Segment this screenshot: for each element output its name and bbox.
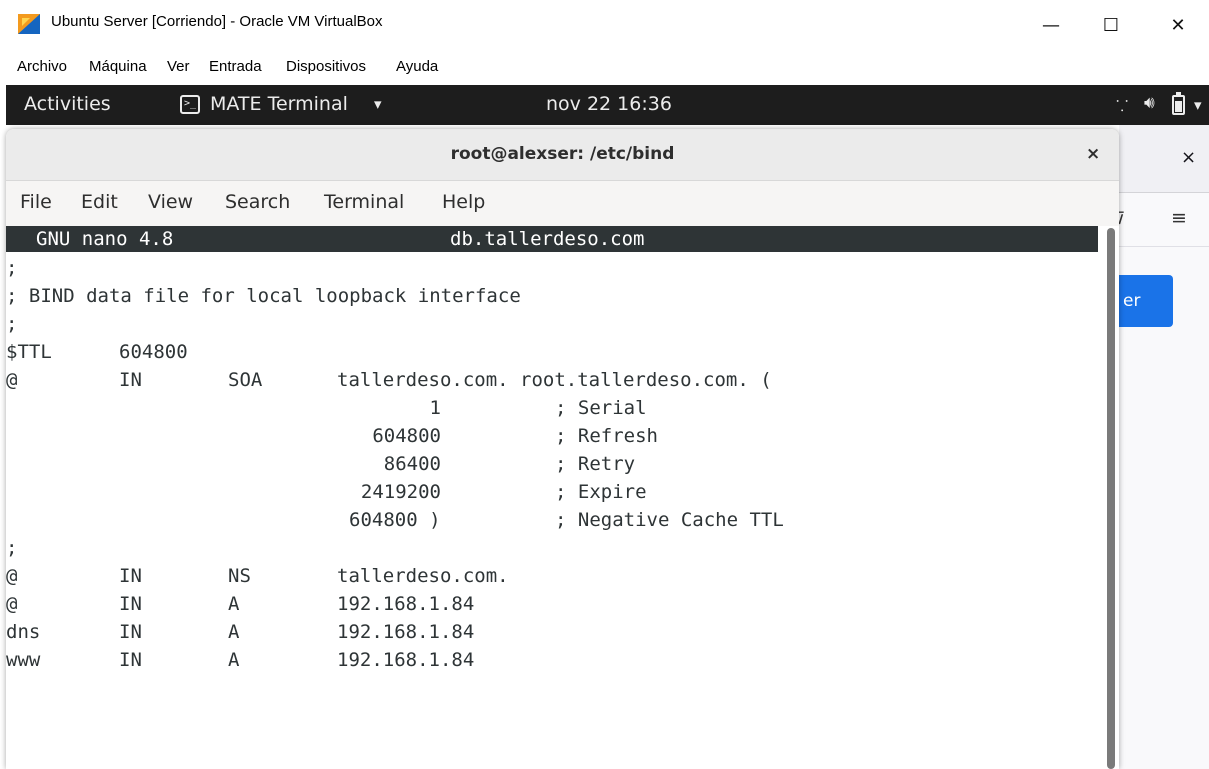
soa-comment: ; Serial bbox=[555, 397, 647, 419]
nano-filename: db.tallerdeso.com bbox=[450, 228, 645, 250]
record-data: tallerdeso.com. root.tallerdeso.com. ( bbox=[337, 369, 772, 391]
line-text: ; bbox=[6, 537, 18, 559]
terminal-menubar: File Edit View Search Terminal Help bbox=[6, 181, 1119, 226]
terminal-titlebar[interactable]: root@alexser: /etc/bind × bbox=[6, 129, 1119, 181]
terminal-icon: >_ bbox=[180, 95, 200, 114]
record-name: dns bbox=[6, 621, 41, 643]
blue-action-button[interactable]: er bbox=[1119, 275, 1173, 327]
menu-search[interactable]: Search bbox=[225, 191, 290, 213]
soa-comment: ; Negative Cache TTL bbox=[555, 509, 784, 531]
menu-ayuda[interactable]: Ayuda bbox=[396, 58, 438, 75]
app-menu-button[interactable]: MATE Terminal bbox=[210, 93, 348, 115]
soa-comment: ; Expire bbox=[555, 481, 647, 503]
record-type: A bbox=[228, 593, 240, 615]
nano-header: GNU nano 4.8 db.tallerdeso.com bbox=[6, 226, 1098, 252]
network-icon[interactable]: ⸪ bbox=[1116, 96, 1128, 116]
gnome-topbar: Activities >_ MATE Terminal ▾ nov 22 16:… bbox=[6, 85, 1209, 125]
ttl-value: 604800 bbox=[119, 341, 188, 363]
close-icon[interactable]: × bbox=[1181, 147, 1196, 168]
file-line: ; bbox=[6, 254, 75, 282]
file-line: @ IN A 192.168.1.84 bbox=[6, 590, 474, 618]
record-name: @ bbox=[6, 593, 18, 615]
vbox-titlebar: Ubuntu Server [Corriendo] - Oracle VM Vi… bbox=[0, 0, 1209, 50]
menu-terminal[interactable]: Terminal bbox=[324, 191, 404, 213]
soa-value: 1 bbox=[429, 397, 441, 419]
record-class: IN bbox=[119, 649, 142, 671]
menu-view[interactable]: View bbox=[148, 191, 193, 213]
soa-comment: ; Retry bbox=[555, 453, 636, 475]
line-text: ; bbox=[6, 313, 18, 335]
soa-comment: ; Refresh bbox=[555, 425, 658, 447]
file-line: ; bbox=[6, 310, 75, 338]
window-title: Ubuntu Server [Corriendo] - Oracle VM Vi… bbox=[51, 13, 383, 30]
line-text: ; bbox=[6, 257, 18, 279]
clock[interactable]: nov 22 16:36 bbox=[546, 93, 672, 115]
menu-ver[interactable]: Ver bbox=[167, 58, 190, 75]
battery-icon[interactable] bbox=[1172, 92, 1185, 115]
record-type: SOA bbox=[228, 369, 263, 391]
file-line: 2419200 ; Expire bbox=[6, 478, 647, 506]
record-type: A bbox=[228, 621, 240, 643]
background-window-toolbar: ⊽ ≡ bbox=[1113, 193, 1209, 247]
record-name: www bbox=[6, 649, 41, 671]
background-window-header: × bbox=[1119, 125, 1209, 193]
record-data: 192.168.1.84 bbox=[337, 621, 475, 643]
record-name: @ bbox=[6, 369, 18, 391]
menu-dispositivos[interactable]: Dispositivos bbox=[286, 58, 366, 75]
record-type: A bbox=[228, 649, 240, 671]
soa-value: 86400 bbox=[383, 453, 441, 475]
menu-entrada[interactable]: Entrada bbox=[209, 58, 262, 75]
file-line: @ IN SOA tallerdeso.com. root.tallerdeso… bbox=[6, 366, 772, 394]
record-class: IN bbox=[119, 565, 142, 587]
maximize-button[interactable]: ☐ bbox=[1096, 10, 1126, 40]
file-line: 604800 ; Refresh bbox=[6, 422, 658, 450]
scrollbar-thumb[interactable] bbox=[1107, 228, 1115, 769]
activities-button[interactable]: Activities bbox=[24, 93, 111, 115]
virtualbox-app-icon bbox=[18, 14, 40, 34]
menu-help[interactable]: Help bbox=[442, 191, 485, 213]
record-data: 192.168.1.84 bbox=[337, 593, 475, 615]
terminal-content[interactable]: GNU nano 4.8 db.tallerdeso.com ; ; BIND … bbox=[6, 226, 1106, 769]
terminal-close-button[interactable]: × bbox=[1086, 144, 1100, 164]
record-type: NS bbox=[228, 565, 251, 587]
background-window[interactable]: × ⊽ ≡ er bbox=[1113, 125, 1209, 769]
file-line: 1 ; Serial bbox=[6, 394, 647, 422]
file-line: www IN A 192.168.1.84 bbox=[6, 646, 474, 674]
record-class: IN bbox=[119, 369, 142, 391]
file-line: $TTL 604800 bbox=[6, 338, 188, 366]
record-name: $TTL bbox=[6, 341, 52, 363]
nano-version: GNU nano 4.8 bbox=[36, 228, 174, 250]
volume-icon[interactable]: 🔊︎ bbox=[1144, 93, 1155, 113]
menu-edit[interactable]: Edit bbox=[81, 191, 118, 213]
soa-value: 604800 bbox=[372, 425, 441, 447]
terminal-window: root@alexser: /etc/bind × File Edit View… bbox=[6, 129, 1119, 769]
record-data: tallerdeso.com. bbox=[337, 565, 509, 587]
record-class: IN bbox=[119, 621, 142, 643]
file-line: ; BIND data file for local loopback inte… bbox=[6, 282, 521, 310]
line-text: ; BIND data file for local loopback inte… bbox=[6, 285, 521, 307]
file-line: @ IN NS tallerdeso.com. bbox=[6, 562, 509, 590]
record-data: 192.168.1.84 bbox=[337, 649, 475, 671]
file-line: dns IN A 192.168.1.84 bbox=[6, 618, 474, 646]
menu-file[interactable]: File bbox=[20, 191, 52, 213]
file-line: ; bbox=[6, 534, 75, 562]
terminal-scrollbar[interactable] bbox=[1104, 226, 1119, 769]
menu-maquina[interactable]: Máquina bbox=[89, 58, 147, 75]
system-menu-chevron-icon[interactable]: ▾ bbox=[1194, 96, 1202, 114]
record-name: @ bbox=[6, 565, 18, 587]
minimize-button[interactable]: — bbox=[1036, 10, 1066, 40]
soa-value: 2419200 bbox=[360, 481, 441, 503]
record-class: IN bbox=[119, 593, 142, 615]
soa-value: 604800 ) bbox=[349, 509, 441, 531]
menu-archivo[interactable]: Archivo bbox=[17, 58, 67, 75]
file-line: 604800 ) ; Negative Cache TTL bbox=[6, 506, 784, 534]
close-window-button[interactable]: ✕ bbox=[1163, 10, 1193, 40]
chevron-down-icon[interactable]: ▾ bbox=[374, 95, 382, 113]
file-line: 86400 ; Retry bbox=[6, 450, 635, 478]
vbox-menubar: Archivo Máquina Ver Entrada Dispositivos… bbox=[0, 50, 1209, 80]
hamburger-menu-icon[interactable]: ≡ bbox=[1171, 207, 1187, 229]
terminal-title: root@alexser: /etc/bind bbox=[450, 144, 675, 164]
